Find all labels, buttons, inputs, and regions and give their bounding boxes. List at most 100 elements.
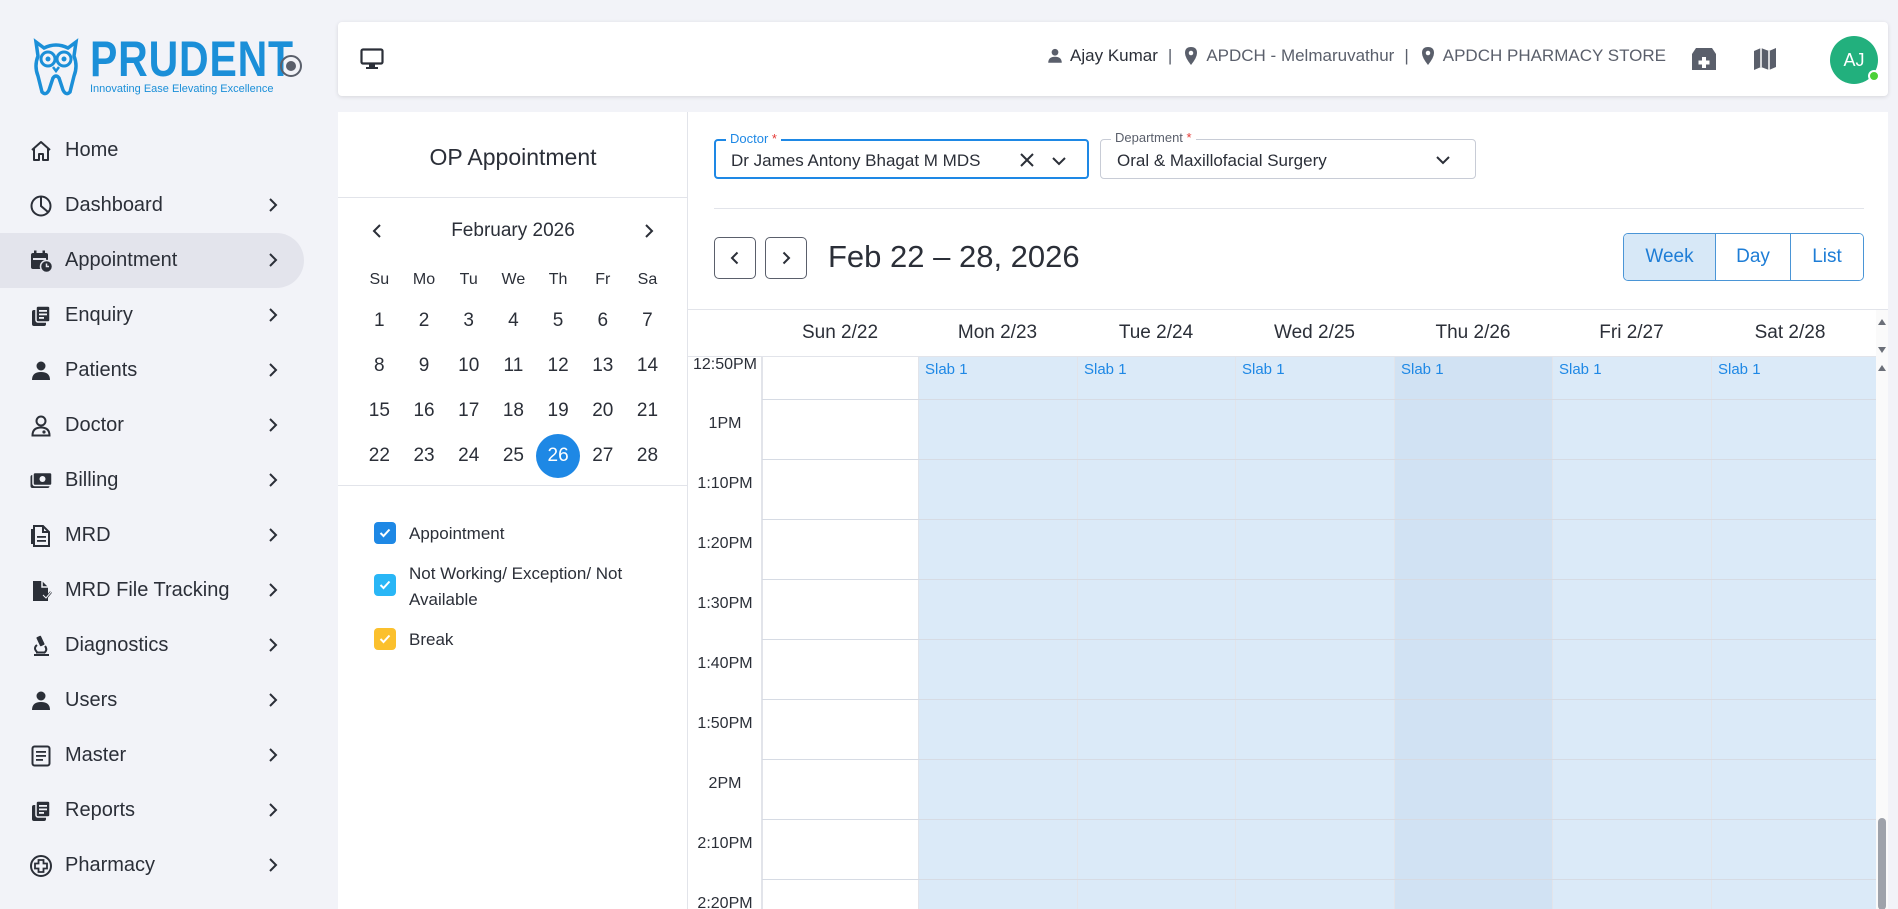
calendar-scrollbar[interactable] bbox=[1876, 310, 1888, 909]
day-cell[interactable]: 12 bbox=[536, 343, 581, 388]
day-cell[interactable]: 10 bbox=[446, 343, 491, 388]
day-cell[interactable]: 21 bbox=[625, 388, 670, 433]
day-cell[interactable]: 13 bbox=[580, 343, 625, 388]
view-week-button[interactable]: Week bbox=[1624, 234, 1715, 280]
legend-label: Appointment bbox=[409, 524, 505, 543]
checkbox-checked[interactable] bbox=[374, 574, 396, 596]
day-cell[interactable]: 6 bbox=[580, 298, 625, 343]
day-cell[interactable]: 28 bbox=[625, 433, 670, 478]
scroll-up-arrow-icon[interactable] bbox=[1877, 364, 1887, 372]
chevron-left-icon[interactable] bbox=[368, 222, 386, 240]
monitor-icon[interactable] bbox=[360, 48, 384, 70]
sidebar-item-patients[interactable]: Patients bbox=[0, 343, 322, 398]
scroll-down-arrow-icon[interactable] bbox=[1877, 346, 1887, 354]
day-column-wed[interactable]: Slab 1 bbox=[1235, 357, 1394, 909]
sidebar-item-enquiry[interactable]: Enquiry bbox=[0, 288, 322, 343]
day-cell[interactable]: 27 bbox=[580, 433, 625, 478]
sidebar-item-pharmacy[interactable]: Pharmacy bbox=[0, 838, 322, 893]
day-cell[interactable]: 11 bbox=[491, 343, 536, 388]
slab-label[interactable]: Slab 1 bbox=[1084, 361, 1127, 378]
legend-item-break-row[interactable]: Break bbox=[374, 627, 664, 653]
sidebar-item-diagnostics[interactable]: Diagnostics bbox=[0, 618, 322, 673]
day-cell[interactable]: 8 bbox=[357, 343, 402, 388]
day-header[interactable]: Fri 2/27 bbox=[1552, 322, 1711, 344]
day-header[interactable]: Sat 2/28 bbox=[1711, 322, 1869, 344]
day-header[interactable]: Thu 2/26 bbox=[1394, 322, 1552, 344]
pharmacy-store-icon[interactable] bbox=[1690, 46, 1718, 72]
sidebar-item-mrd-file-tracking[interactable]: MRD File Tracking bbox=[0, 563, 322, 618]
day-cell[interactable]: 24 bbox=[446, 433, 491, 478]
day-cell-selected[interactable]: 26 bbox=[536, 433, 581, 478]
day-cell[interactable]: 16 bbox=[402, 388, 447, 433]
view-day-button[interactable]: Day bbox=[1715, 234, 1790, 280]
avatar-initials: AJ bbox=[1843, 49, 1865, 70]
day-header[interactable]: Wed 2/25 bbox=[1235, 322, 1394, 344]
chevron-down-icon[interactable] bbox=[1050, 152, 1068, 170]
branch-location[interactable]: APDCH - Melmaruvathur bbox=[1206, 46, 1394, 66]
legend-item-not-working[interactable]: Not Working/ Exception/ Not Available bbox=[374, 561, 664, 613]
day-cell[interactable]: 4 bbox=[491, 298, 536, 343]
day-header[interactable]: Sun 2/22 bbox=[762, 322, 918, 344]
sidebar-item-mrd[interactable]: MRD bbox=[0, 508, 322, 563]
scrollbar-thumb[interactable] bbox=[1878, 818, 1886, 909]
day-cell[interactable]: 1 bbox=[357, 298, 402, 343]
legend-item-appointment[interactable]: Appointment bbox=[374, 521, 664, 547]
day-cell[interactable]: 19 bbox=[536, 388, 581, 433]
day-cell[interactable]: 3 bbox=[446, 298, 491, 343]
store-location[interactable]: APDCH PHARMACY STORE bbox=[1443, 46, 1666, 66]
slab-label[interactable]: Slab 1 bbox=[1242, 361, 1285, 378]
prev-week-button[interactable] bbox=[714, 237, 756, 279]
day-cell[interactable]: 9 bbox=[402, 343, 447, 388]
view-list-button[interactable]: List bbox=[1790, 234, 1863, 280]
slab-label[interactable]: Slab 1 bbox=[1559, 361, 1602, 378]
top-bar: Ajay Kumar | APDCH - Melmaruvathur | APD… bbox=[338, 22, 1888, 96]
day-cell[interactable]: 14 bbox=[625, 343, 670, 388]
slab-label[interactable]: Slab 1 bbox=[1401, 361, 1444, 378]
sidebar-pin-toggle[interactable] bbox=[280, 55, 302, 77]
day-cell[interactable]: 5 bbox=[536, 298, 581, 343]
day-cell[interactable]: 7 bbox=[625, 298, 670, 343]
day-cell[interactable]: 25 bbox=[491, 433, 536, 478]
sidebar-item-master[interactable]: Master bbox=[0, 728, 322, 783]
map-icon[interactable] bbox=[1752, 46, 1778, 72]
day-column-mon[interactable]: Slab 1 bbox=[918, 357, 1077, 909]
clear-icon[interactable] bbox=[1018, 151, 1036, 169]
sidebar-item-appointment[interactable]: Appointment bbox=[0, 233, 304, 288]
chevron-down-icon[interactable] bbox=[1434, 151, 1452, 169]
day-column-fri[interactable]: Slab 1 bbox=[1552, 357, 1711, 909]
next-week-button[interactable] bbox=[765, 237, 807, 279]
sidebar-item-billing[interactable]: Billing bbox=[0, 453, 322, 508]
day-column-sun[interactable] bbox=[762, 357, 918, 909]
day-column-sat[interactable]: Slab 1 bbox=[1711, 357, 1878, 909]
day-header[interactable]: Tue 2/24 bbox=[1077, 322, 1235, 344]
doctor-icon bbox=[28, 413, 54, 439]
day-cell[interactable]: 20 bbox=[580, 388, 625, 433]
checkbox-checked[interactable] bbox=[374, 628, 396, 650]
time-label: 2:10PM bbox=[697, 835, 753, 852]
day-column-tue[interactable]: Slab 1 bbox=[1077, 357, 1235, 909]
sidebar-item-reports[interactable]: Reports bbox=[0, 783, 322, 838]
chevron-right-icon[interactable] bbox=[640, 222, 658, 240]
day-column-thu[interactable]: Slab 1 bbox=[1394, 357, 1552, 909]
day-number: 17 bbox=[458, 400, 480, 421]
sidebar-item-dashboard[interactable]: Dashboard bbox=[0, 178, 322, 233]
user-name[interactable]: Ajay Kumar bbox=[1070, 46, 1158, 66]
checkbox-checked[interactable] bbox=[374, 522, 396, 544]
day-cell[interactable]: 23 bbox=[402, 433, 447, 478]
slab-label[interactable]: Slab 1 bbox=[925, 361, 968, 378]
sidebar-item-home[interactable]: Home bbox=[0, 123, 322, 178]
scroll-up-arrow-icon[interactable] bbox=[1877, 318, 1887, 326]
day-cell[interactable]: 2 bbox=[402, 298, 447, 343]
department-select[interactable]: Department * Oral & Maxillofacial Surger… bbox=[1100, 130, 1476, 179]
day-header[interactable]: Mon 2/23 bbox=[918, 322, 1077, 344]
day-cell[interactable]: 18 bbox=[491, 388, 536, 433]
day-cell[interactable]: 22 bbox=[357, 433, 402, 478]
sidebar-item-doctor[interactable]: Doctor bbox=[0, 398, 322, 453]
sidebar-item-users[interactable]: Users bbox=[0, 673, 322, 728]
doctor-select[interactable]: Doctor * Dr James Antony Bhagat M MDS bbox=[714, 131, 1089, 179]
day-cell[interactable]: 15 bbox=[357, 388, 402, 433]
day-cell[interactable]: 17 bbox=[446, 388, 491, 433]
slab-label[interactable]: Slab 1 bbox=[1718, 361, 1761, 378]
avatar[interactable]: AJ bbox=[1830, 36, 1880, 84]
time-label: 2:20PM bbox=[697, 895, 753, 909]
